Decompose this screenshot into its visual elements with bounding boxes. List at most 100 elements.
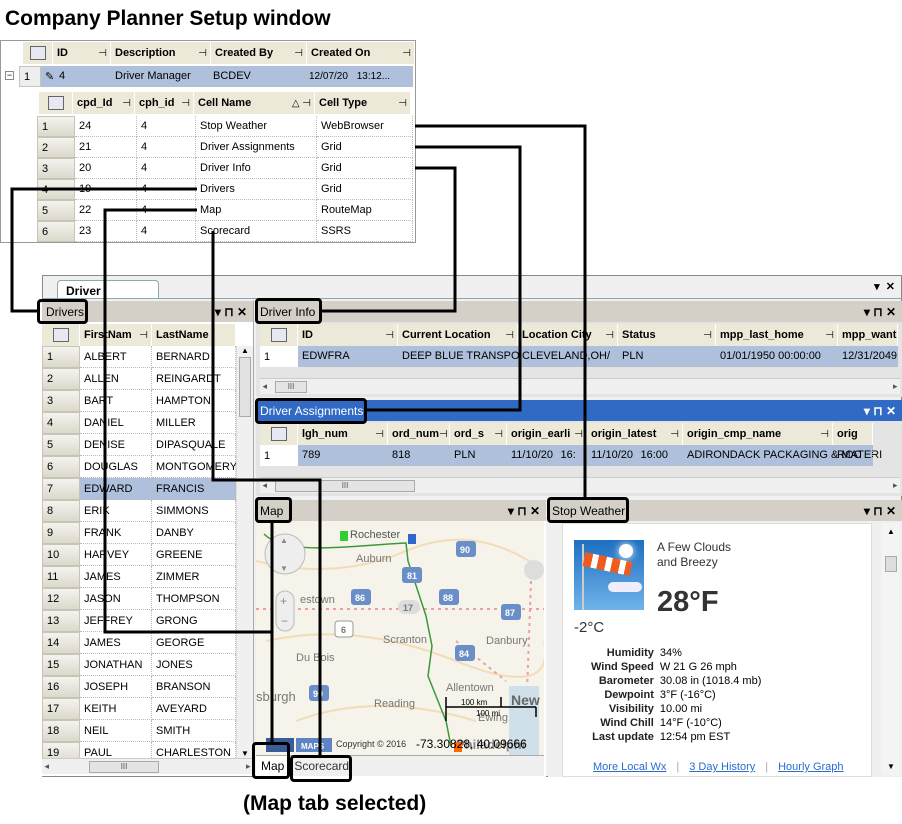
column-header[interactable]: origin_cmp_name ⊣ bbox=[683, 423, 833, 445]
3-day-history-link[interactable]: 3 Day History bbox=[689, 761, 755, 773]
driver-row[interactable]: 12 JASON THOMPSON bbox=[42, 588, 236, 610]
detail-value: 12:54 pm EST bbox=[659, 731, 731, 743]
table-row[interactable]: 6 23 4 Scorecard SSRS bbox=[37, 221, 413, 242]
cell: PLN bbox=[450, 445, 507, 466]
column-header[interactable]: Cell Type ⊣ bbox=[315, 92, 411, 114]
setup-header-row: ID ⊣ Description ⊣ Created By ⊣ Created On ⊣ bbox=[23, 42, 415, 64]
column-header[interactable]: Description ⊣ bbox=[111, 42, 211, 64]
column-header[interactable]: orig bbox=[833, 423, 873, 445]
row-number: 7 bbox=[42, 478, 80, 500]
column-header[interactable]: cpd_Id ⊣ bbox=[73, 92, 135, 114]
driver-row[interactable]: 3 BART HAMPTON bbox=[42, 390, 236, 412]
panel-controls[interactable]: ▾ ⊓ ✕ bbox=[508, 504, 540, 518]
driver-assignments-row[interactable]: 1 789 818 PLN 11/10/20 16: 11/10/20 16:00 ADIR… bbox=[260, 445, 882, 466]
column-header[interactable]: ID ⊣ bbox=[53, 42, 111, 64]
cell-type: RouteMap bbox=[317, 200, 413, 221]
window-controls[interactable]: ▾ ✕ bbox=[874, 280, 895, 293]
column-chooser-icon[interactable] bbox=[260, 324, 298, 346]
column-header[interactable]: ord_s ⊣ bbox=[450, 423, 507, 445]
header-label: LastName bbox=[156, 329, 209, 341]
table-row[interactable]: 5 22 4 Map RouteMap bbox=[37, 200, 413, 221]
driver-row[interactable]: 8 ERIK SIMMONS bbox=[42, 500, 236, 522]
weather-details: Humidity 34% Wind Speed W 21 G 26 mph Barome… bbox=[588, 646, 764, 744]
driver-row[interactable]: 2 ALLEN REINGARDT bbox=[42, 368, 236, 390]
column-header[interactable]: origin_earli ⊣ bbox=[507, 423, 587, 445]
cell-first-name: JAMES bbox=[80, 566, 152, 588]
cell-last-name: GREENE bbox=[152, 544, 236, 566]
driver-row[interactable]: 4 DANIEL MILLER bbox=[42, 412, 236, 434]
panel-controls[interactable]: ▾ ⊓ ✕ bbox=[864, 504, 896, 518]
column-chooser-icon[interactable] bbox=[23, 42, 53, 64]
table-row[interactable]: 3 20 4 Driver Info Grid bbox=[37, 158, 413, 179]
cell-type: Grid bbox=[317, 137, 413, 158]
driver-info-row[interactable]: 1 EDWFRA DEEP BLUE TRANSPO CLEVELAND,OH/PLN… bbox=[260, 346, 898, 367]
driver-row[interactable]: 13 JEFFREY GRONG bbox=[42, 610, 236, 632]
horizontal-scrollbar[interactable]: ◂ III ▸ bbox=[260, 378, 900, 394]
panel-controls[interactable]: ▾ ⊓ ✕ bbox=[864, 305, 896, 319]
table-row[interactable]: 2 21 4 Driver Assignments Grid bbox=[37, 137, 413, 158]
maps-logo: MAPS bbox=[301, 742, 325, 751]
column-header[interactable]: origin_latest ⊣ bbox=[587, 423, 683, 445]
svg-text:81: 81 bbox=[407, 571, 417, 581]
driver-row[interactable]: 5 DENISE DIPASQUALE bbox=[42, 434, 236, 456]
parent-row[interactable]: 1 ✎ 4 Driver Manager BCDEV 12/07/20 13:1… bbox=[19, 66, 413, 87]
cell-cph: 4 bbox=[137, 221, 196, 242]
windsock-weather-icon bbox=[574, 540, 644, 610]
driver-row[interactable]: 16 JOSEPH BRANSON bbox=[42, 676, 236, 698]
vertical-scrollbar[interactable]: ▲ ▼ bbox=[236, 346, 253, 758]
column-header[interactable]: Status ⊣ bbox=[618, 324, 716, 346]
table-row[interactable]: 4 19 4 Drivers Grid bbox=[37, 179, 413, 200]
cell: 818 bbox=[388, 445, 450, 466]
table-row[interactable]: 1 24 4 Stop Weather WebBrowser bbox=[37, 116, 413, 137]
column-header[interactable]: FirstNam ⊣ bbox=[80, 324, 152, 346]
row-number: 13 bbox=[42, 610, 80, 632]
column-header[interactable]: ord_num ⊣ bbox=[388, 423, 450, 445]
row-number: 16 bbox=[42, 676, 80, 698]
driver-row[interactable]: 9 FRANK DANBY bbox=[42, 522, 236, 544]
column-header[interactable]: mpp_want bbox=[838, 324, 898, 346]
weather-detail-row: Wind Chill 14°F (-10°C) bbox=[588, 716, 764, 730]
driver-row[interactable]: 1 ALBERT BERNARD bbox=[42, 346, 236, 368]
column-header[interactable]: lgh_num ⊣ bbox=[298, 423, 388, 445]
tab-driver-manager[interactable]: Driver Manager bbox=[57, 280, 159, 312]
horizontal-scrollbar[interactable]: ◂ III ▸ bbox=[42, 758, 253, 774]
driver-row[interactable]: 7 EDWARD FRANCIS bbox=[42, 478, 236, 500]
column-chooser-icon[interactable] bbox=[260, 423, 298, 445]
column-header[interactable]: Current Location ⊣ bbox=[398, 324, 518, 346]
driver-info-header-row: ID ⊣ Current Location ⊣ Location City ⊣ Status… bbox=[260, 324, 898, 346]
driver-row[interactable]: 11 JAMES ZIMMER bbox=[42, 566, 236, 588]
driver-row[interactable]: 14 JAMES GEORGE bbox=[42, 632, 236, 654]
column-chooser-icon[interactable] bbox=[39, 92, 73, 114]
column-header[interactable]: Cell Name △ ⊣ bbox=[194, 92, 315, 114]
column-header[interactable]: Created By ⊣ bbox=[211, 42, 307, 64]
vertical-scrollbar[interactable]: ▲ ▼ bbox=[882, 523, 900, 775]
row-number: 1 bbox=[19, 66, 41, 87]
temperature-f: 28°F bbox=[657, 586, 719, 618]
column-chooser-icon[interactable] bbox=[42, 324, 80, 346]
driver-row[interactable]: 15 JONATHAN JONES bbox=[42, 654, 236, 676]
column-header[interactable]: ID ⊣ bbox=[298, 324, 398, 346]
map-panel-header: Map ▾ ⊓ ✕ bbox=[256, 500, 546, 521]
driver-row[interactable]: 17 KEITH AVEYARD bbox=[42, 698, 236, 720]
hourly-graph-link[interactable]: Hourly Graph bbox=[778, 761, 843, 773]
more-local-wx-link[interactable]: More Local Wx bbox=[593, 761, 666, 773]
column-header[interactable]: Location City ⊣ bbox=[518, 324, 618, 346]
driver-row[interactable]: 18 NEIL SMITH bbox=[42, 720, 236, 742]
cell-cpd: 24 bbox=[75, 116, 137, 137]
weather-links: More Local Wx | 3 Day History | Hourly Gra… bbox=[593, 761, 844, 773]
panel-controls[interactable]: ▾ ⊓ ✕ bbox=[215, 305, 247, 319]
collapse-icon[interactable]: − bbox=[5, 71, 14, 80]
svg-text:▲: ▲ bbox=[280, 536, 288, 545]
row-number: 8 bbox=[42, 500, 80, 522]
driver-row[interactable]: 6 DOUGLAS MONTGOMERY bbox=[42, 456, 237, 478]
horizontal-scrollbar[interactable]: ◂ III ▸ bbox=[260, 477, 900, 493]
column-header[interactable]: cph_id ⊣ bbox=[135, 92, 194, 114]
panel-controls[interactable]: ▾ ⊓ ✕ bbox=[864, 404, 896, 418]
column-header[interactable]: Created On ⊣ bbox=[307, 42, 415, 64]
column-header[interactable]: LastName bbox=[152, 324, 236, 346]
cell-cpd: 22 bbox=[75, 200, 137, 221]
driver-row[interactable]: 10 HARVEY GREENE bbox=[42, 544, 236, 566]
column-header[interactable]: mpp_last_home ⊣ bbox=[716, 324, 838, 346]
header-label: orig bbox=[837, 428, 858, 440]
route-map[interactable]: Rochester Auburn Scranton Danbury Du Boi… bbox=[256, 521, 544, 755]
